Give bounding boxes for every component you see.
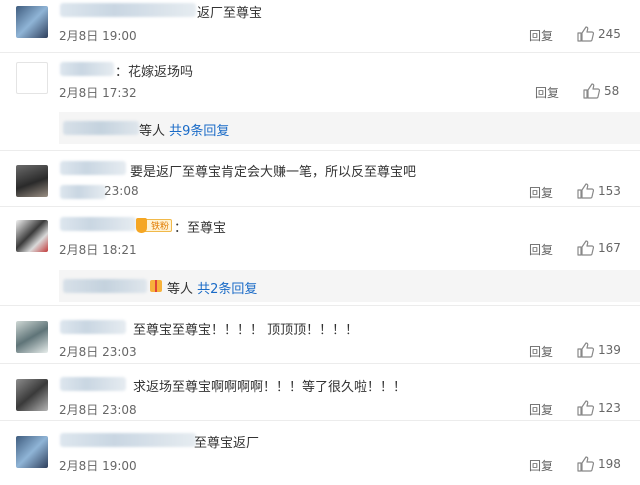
username-blurred[interactable] (60, 3, 196, 17)
thumbs-up-icon (577, 240, 594, 256)
view-replies-link[interactable]: 共9条回复 (169, 124, 229, 139)
fan-badge: 铁粉 (136, 218, 172, 233)
username-blurred[interactable] (60, 433, 196, 447)
view-replies-link[interactable]: 共2条回复 (197, 282, 257, 297)
like-button[interactable]: 198 (577, 456, 640, 472)
sub-replies-summary: 等人 共9条回复 (139, 120, 229, 139)
comment-date: 2月8日 18:21 (59, 243, 137, 257)
comment-date: 2月8日 23:08 (59, 403, 137, 417)
comment-item: 至尊宝至尊宝！！！！ 顶顶顶！！！！ 2月8日 23:03 回复 139 (0, 306, 640, 363)
reply-button[interactable]: 回复 (529, 27, 553, 44)
like-count: 245 (598, 27, 621, 41)
sub-replies-prefix: 等人 (167, 282, 194, 297)
replier-names-blurred (63, 279, 147, 293)
username-blurred[interactable] (60, 320, 126, 334)
fan-badge-label: 铁粉 (150, 222, 169, 232)
like-button[interactable]: 167 (577, 240, 640, 256)
comment-text: 求返场至尊宝啊啊啊啊！！！等了很久啦！！！ (133, 380, 407, 395)
like-button[interactable]: 123 (577, 400, 640, 416)
comment-item: 要是返厂至尊宝肯定会大赚一笔，所以反至尊宝吧 23:08 回复 153 (0, 151, 640, 206)
reply-button[interactable]: 回复 (535, 84, 559, 101)
reply-button[interactable]: 回复 (529, 184, 553, 201)
sub-replies-box[interactable]: 等人 共9条回复 (59, 112, 640, 144)
username-blurred[interactable] (60, 62, 114, 76)
comment-item: 返厂至尊宝 2月8日 19:00 回复 245 (0, 0, 640, 52)
like-count: 167 (598, 241, 621, 255)
username-blurred[interactable] (60, 217, 136, 231)
replier-names-blurred (63, 121, 139, 135)
comment-text: ：花嫁返场吗 (115, 65, 194, 80)
comment-date: 23:08 (104, 184, 139, 198)
avatar[interactable] (16, 6, 48, 38)
avatar[interactable] (16, 165, 48, 197)
reply-button[interactable]: 回复 (529, 241, 553, 258)
comment-date: 2月8日 23:03 (59, 345, 137, 359)
thumbs-up-icon (577, 456, 594, 472)
thumbs-up-icon (577, 342, 594, 358)
gift-icon (150, 280, 162, 292)
sub-replies-summary: 等人 共2条回复 (167, 278, 257, 297)
avatar[interactable] (16, 321, 48, 353)
thumbs-up-icon (577, 183, 594, 199)
thumbs-up-icon (583, 83, 600, 99)
reply-button[interactable]: 回复 (529, 457, 553, 474)
fan-badge-icon (136, 218, 147, 233)
like-count: 153 (598, 184, 621, 198)
like-count: 58 (604, 84, 620, 98)
reply-button[interactable]: 回复 (529, 401, 553, 418)
avatar[interactable] (16, 436, 48, 468)
comment-text: ：至尊宝 (174, 221, 227, 236)
like-count: 139 (598, 343, 621, 357)
like-count: 123 (598, 401, 621, 415)
thumbs-up-icon (577, 26, 594, 42)
username-blurred[interactable] (60, 377, 126, 391)
comment-item: 铁粉 ：至尊宝 2月8日 18:21 回复 167 等人 共2条回复 (0, 207, 640, 305)
like-button[interactable]: 58 (583, 83, 640, 99)
comment-date: 2月8日 17:32 (59, 86, 137, 100)
like-button[interactable]: 245 (577, 26, 640, 42)
avatar[interactable] (16, 220, 48, 252)
comment-text: 要是返厂至尊宝肯定会大赚一笔，所以反至尊宝吧 (130, 165, 417, 180)
comment-text: 至尊宝返厂 (194, 436, 260, 451)
comment-item: 至尊宝返厂 2月8日 19:00 回复 198 (0, 421, 640, 485)
date-prefix-blurred (60, 185, 106, 199)
username-blurred[interactable] (60, 161, 126, 175)
comment-date: 2月8日 19:00 (59, 459, 137, 473)
like-count: 198 (598, 457, 621, 471)
sub-replies-box[interactable]: 等人 共2条回复 (59, 270, 640, 302)
thumbs-up-icon (577, 400, 594, 416)
like-button[interactable]: 139 (577, 342, 640, 358)
avatar[interactable] (16, 62, 48, 94)
comment-text: 返厂至尊宝 (197, 6, 263, 21)
comment-item: 求返场至尊宝啊啊啊啊！！！等了很久啦！！！ 2月8日 23:08 回复 123 (0, 364, 640, 420)
sub-replies-prefix: 等人 (139, 124, 166, 139)
like-button[interactable]: 153 (577, 183, 640, 199)
comment-date: 2月8日 19:00 (59, 29, 137, 43)
comment-item: ：花嫁返场吗 2月8日 17:32 回复 58 等人 共9条回复 (0, 53, 640, 150)
comment-text: 至尊宝至尊宝！！！！ 顶顶顶！！！！ (133, 323, 359, 338)
avatar[interactable] (16, 379, 48, 411)
reply-button[interactable]: 回复 (529, 343, 553, 360)
